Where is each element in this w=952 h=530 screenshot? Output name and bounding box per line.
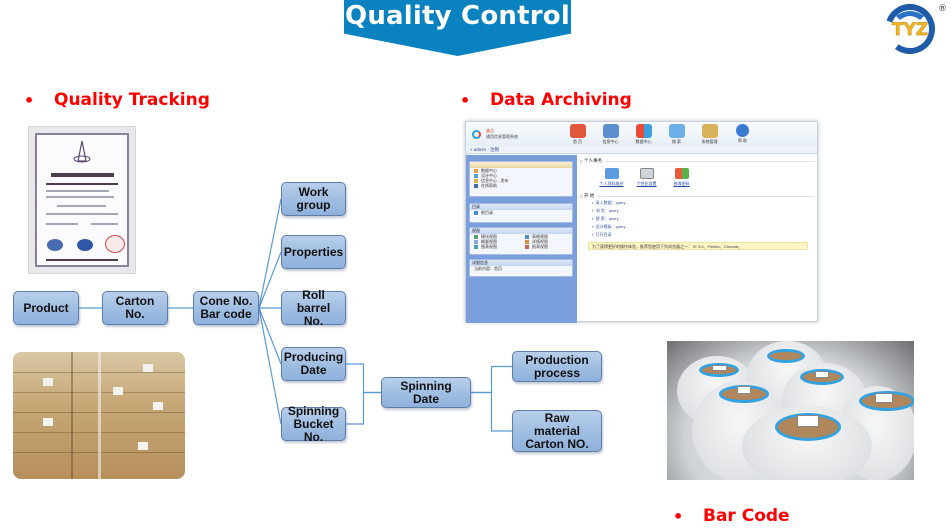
profile-icon	[604, 168, 619, 179]
seal-icon	[47, 239, 63, 251]
logo-icon: TYZ ®	[885, 4, 947, 54]
node-roll-barrel-no: Roll barrel No.	[281, 288, 346, 327]
app-breadcrumb[interactable]: « admin - 注销	[466, 146, 817, 154]
link-cone-producing_date	[258, 307, 282, 365]
link-cone-work_group	[258, 198, 282, 309]
registered-mark: ®	[938, 4, 946, 14]
toolbar-data-center[interactable]: 数据中心	[627, 124, 660, 145]
nav-item[interactable]: 在线帮助	[470, 183, 572, 188]
barcode-label	[712, 365, 727, 371]
search-icon	[668, 124, 685, 138]
node-properties: Properties	[281, 235, 346, 269]
heading-data-archiving: • Data Archiving	[460, 90, 632, 110]
node-cone-bar-code: Cone No. Bar code	[193, 291, 259, 325]
quick-link-password[interactable]: 修改密码	[664, 168, 699, 187]
start-item[interactable]: ▪ 设计模板：query	[580, 223, 815, 231]
toolbar-info-center[interactable]: 信息中心	[594, 124, 627, 145]
barcode-label	[797, 415, 819, 427]
barcode-label	[737, 386, 751, 394]
password-icon	[674, 168, 689, 179]
link-spinning_date-production_process	[471, 365, 512, 394]
node-product: Product	[13, 291, 79, 325]
bullet-icon: •	[24, 90, 35, 110]
barcode-label	[815, 371, 829, 378]
link-cone-spinning_bucket	[258, 307, 282, 425]
personal-quick-links: 个人资料维护 个性化设置 修改密码	[594, 168, 815, 187]
browser-notice: 为了获得更好的操作体验，推荐您使用下列浏览器之一： IE 9.0、Firefox…	[588, 242, 808, 250]
node-work-group: Work group	[281, 182, 346, 216]
link-spinning_date-raw_material	[471, 391, 512, 432]
certificate-emblem-icon	[73, 141, 91, 163]
app-header: 盛点 通用信息管理系统 首 页 信息中心 数据中心 搜 索 系统管理 帮 助	[466, 122, 817, 146]
start-item[interactable]: ▪ 打开目录	[580, 231, 815, 239]
app-logo-line2: 通用信息管理系统	[486, 134, 518, 139]
bullet-icon: •	[460, 90, 471, 110]
seal-icon	[105, 235, 125, 253]
details-item: 当前内容：首页	[474, 266, 502, 271]
personal-section-title: ○ 个人事务	[580, 158, 815, 164]
certificate-title-line	[50, 173, 114, 177]
catalog-item[interactable]: 根目录	[470, 210, 572, 215]
view-item[interactable]: 图表视图	[470, 244, 521, 249]
app-toolbar: 首 页 信息中心 数据中心 搜 索 系统管理 帮 助	[561, 124, 759, 145]
certificate-image	[28, 126, 136, 274]
node-spinning-date: Spinning Date	[381, 377, 471, 408]
start-item[interactable]: ▪ 录入数据：query	[580, 199, 815, 207]
node-production-process: Production process	[512, 351, 602, 382]
node-producing-date: Producing Date	[281, 347, 346, 381]
title-banner: Quality Control	[344, 0, 571, 56]
info-center-icon	[602, 124, 619, 138]
node-spinning-bucket-no: Spinning Bucket No.	[281, 404, 346, 443]
help-icon	[736, 124, 749, 137]
quick-link-profile[interactable]: 个人资料维护	[594, 168, 629, 187]
barcode-label	[875, 393, 893, 403]
toolbar-system-admin[interactable]: 系统管理	[693, 124, 726, 145]
heading-label: Bar Code	[703, 506, 790, 526]
start-item[interactable]: ▪ 浏 览：query	[580, 207, 815, 215]
details-panel: 详细信息 当前内容：首页	[469, 259, 573, 277]
preferences-icon	[639, 168, 654, 179]
catalog-panel: 目录 根目录	[469, 203, 573, 223]
link-producing_date-spinning_date	[346, 363, 381, 394]
heading-label: Data Archiving	[490, 90, 632, 110]
view-item[interactable]: 报表视图	[521, 244, 572, 249]
app-logo: 盛点 通用信息管理系统	[472, 128, 532, 140]
spools-image	[667, 341, 914, 480]
node-carton-no: Carton No.	[102, 291, 168, 325]
quick-link-preferences[interactable]: 个性化设置	[629, 168, 664, 187]
app-main: ○ 个人事务 个人资料维护 个性化设置 修改密码 ○ 开 始 ▪ 录入数据：qu…	[580, 156, 815, 319]
data-center-icon	[635, 124, 652, 138]
link-spinning_bucket-spinning_date	[346, 391, 381, 425]
logo-text: TYZ	[892, 20, 928, 40]
link-cone-properties	[258, 251, 282, 309]
heading-quality-tracking: • Quality Tracking	[24, 90, 210, 110]
toolbar-search[interactable]: 搜 索	[660, 124, 693, 145]
tyz-logo: TYZ ®	[880, 2, 947, 54]
bullet-icon: •	[673, 506, 684, 526]
page-title: Quality Control	[345, 1, 570, 31]
system-admin-icon	[701, 124, 718, 138]
heading-bar-code: • Bar Code	[673, 506, 790, 526]
home-icon	[569, 124, 586, 138]
nav-panel: 数据中心 设计中心 信息中心 - 发布 在线帮助	[469, 161, 573, 197]
cartons-image	[13, 352, 185, 479]
heading-label: Quality Tracking	[54, 90, 210, 110]
node-raw-material-carton-no: Raw material Carton NO.	[512, 410, 602, 452]
app-logo-icon	[472, 130, 481, 139]
views-panel: 视图 模块视图 表格视图 概要视图 详情视图 图表视图 报表视图	[469, 227, 573, 255]
toolbar-home[interactable]: 首 页	[561, 124, 594, 145]
start-item[interactable]: ▪ 搜 索：query	[580, 215, 815, 223]
seal-icon	[77, 239, 93, 251]
software-screenshot: 盛点 通用信息管理系统 首 页 信息中心 数据中心 搜 索 系统管理 帮 助 «…	[465, 121, 818, 323]
app-sidebar: 数据中心 设计中心 信息中心 - 发布 在线帮助 目录 根目录 视图 模块视图 …	[466, 155, 577, 323]
toolbar-help[interactable]: 帮 助	[726, 124, 759, 145]
